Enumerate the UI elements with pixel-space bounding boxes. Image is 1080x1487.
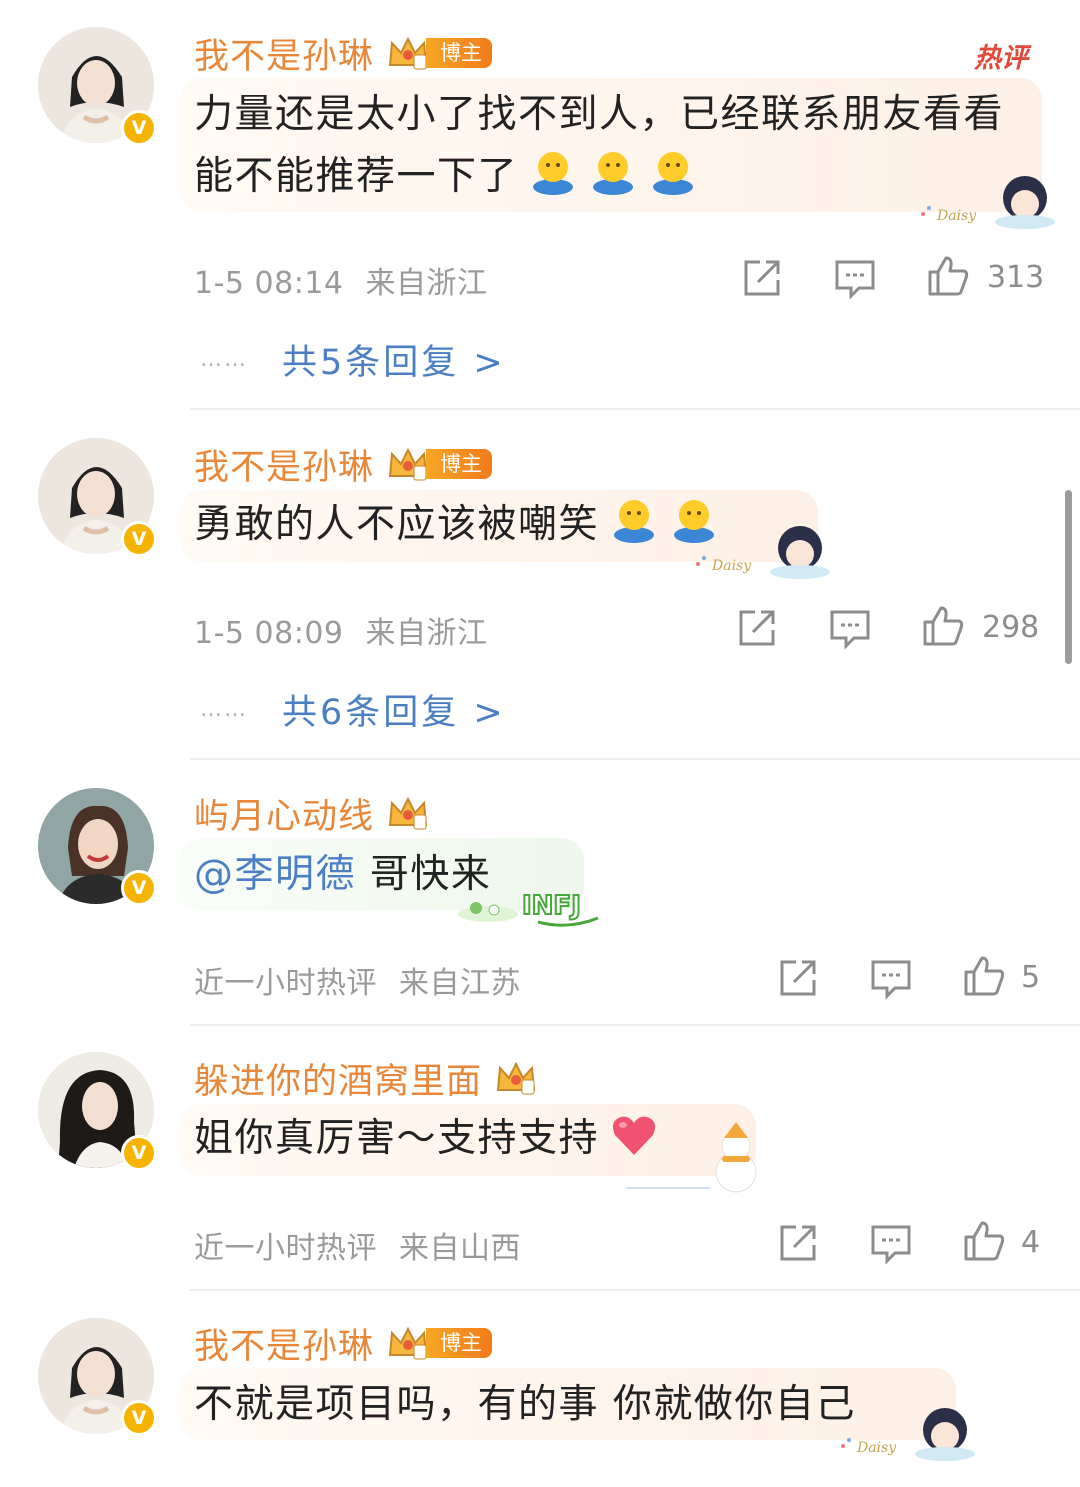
comment-meta: 近一小时热评 来自江苏 — [194, 958, 521, 1002]
comment-meta: 近一小时热评 来自山西 — [194, 1223, 521, 1267]
share-icon — [780, 1225, 816, 1261]
crown-level-icon — [386, 1323, 430, 1363]
svg-text:Daisy: Daisy — [856, 1440, 897, 1456]
share-button[interactable] — [776, 956, 820, 1000]
comment-time: 1-5 08:14 — [194, 266, 344, 301]
username[interactable]: 我不是孙琳 — [194, 439, 374, 490]
comment-time: 近一小时热评 — [194, 1231, 377, 1266]
share-button[interactable] — [735, 606, 779, 650]
hug-emoji-icon — [648, 149, 698, 197]
comment-location: 来自浙江 — [365, 266, 488, 301]
comment-header: 我不是孙琳 博主 — [194, 1318, 493, 1369]
snowman-sticker-decoration — [626, 1122, 757, 1193]
like-button[interactable] — [921, 604, 965, 648]
verified-badge: V — [121, 110, 157, 146]
comment-icon — [871, 1225, 911, 1265]
reply-summary: …… 共6条回复 > — [200, 684, 506, 735]
dots-icon: …… — [200, 347, 248, 372]
username[interactable]: 躲进你的酒窝里面 — [194, 1053, 482, 1104]
comment-text: 不就是项目吗，有的事 你就做你自己 — [194, 1374, 934, 1436]
comment-icon — [835, 260, 875, 300]
bubble-sticker-decoration: Daisy — [921, 176, 1055, 229]
thumbs-up-icon — [928, 256, 969, 296]
dots-icon: …… — [200, 697, 248, 722]
like-button[interactable] — [926, 254, 970, 298]
crown-level-icon — [386, 33, 430, 73]
comment-icon — [871, 960, 911, 1000]
svg-text:Daisy: Daisy — [711, 558, 752, 574]
comment-location: 来自山西 — [399, 1231, 522, 1266]
divider — [190, 408, 1080, 410]
divider — [190, 1289, 1080, 1291]
view-replies-link[interactable]: 共6条回复 > — [282, 684, 506, 735]
share-button[interactable] — [740, 256, 784, 300]
thumbs-up-icon — [964, 1221, 1005, 1261]
reply-button[interactable] — [869, 1221, 913, 1265]
reply-button[interactable] — [869, 956, 913, 1000]
verified-badge: V — [121, 521, 157, 557]
comment-icon — [830, 610, 870, 650]
like-button[interactable] — [962, 954, 1006, 998]
divider — [190, 758, 1080, 760]
like-count: 4 — [1021, 1225, 1041, 1260]
comment-meta: 1-5 08:09 来自浙江 — [194, 608, 488, 652]
comment-header: 我不是孙琳 博主 — [194, 439, 493, 490]
hot-comment-tag: 热评 — [974, 43, 1028, 74]
view-replies-link[interactable]: 共5条回复 > — [282, 334, 506, 385]
verified-badge: V — [121, 870, 157, 906]
comment-body: 姐你真厉害～支持支持 — [194, 1116, 600, 1161]
verified-badge: V — [121, 1135, 157, 1171]
bubble-sticker-decoration: Daisy — [841, 1408, 975, 1461]
divider — [190, 1024, 1080, 1026]
comment-location: 来自浙江 — [365, 616, 488, 651]
hug-emoji-icon — [609, 497, 659, 545]
username[interactable]: 我不是孙琳 — [194, 1318, 374, 1369]
comment-header: 我不是孙琳 博主 — [194, 28, 493, 79]
hug-emoji-icon — [588, 149, 638, 197]
comment-header: 躲进你的酒窝里面 — [194, 1053, 538, 1103]
comment-location: 来自江苏 — [399, 966, 522, 1001]
comment-meta: 1-5 08:14 来自浙江 — [194, 258, 488, 302]
reply-button[interactable] — [833, 256, 877, 300]
thumbs-up-icon — [964, 956, 1005, 996]
mention-link[interactable]: @李明德 — [194, 852, 356, 897]
comment-time: 近一小时热评 — [194, 966, 377, 1001]
crown-level-icon — [494, 1058, 538, 1098]
share-icon — [739, 610, 775, 646]
username[interactable]: 屿月心动线 — [194, 788, 374, 839]
blogger-badge: 博主 — [426, 449, 493, 479]
share-icon — [744, 260, 780, 296]
svg-text:Daisy: Daisy — [936, 208, 977, 224]
infj-sticker-decoration: INFJ — [458, 890, 599, 927]
share-icon — [780, 960, 816, 996]
sticker-label: INFJ — [522, 891, 581, 921]
share-button[interactable] — [776, 1221, 820, 1265]
comment-header: 屿月心动线 — [194, 788, 430, 838]
verified-badge: V — [121, 1400, 157, 1436]
like-count: 313 — [987, 260, 1045, 295]
crown-level-icon — [386, 793, 430, 833]
crown-level-icon — [386, 444, 430, 484]
thumbs-up-icon — [923, 606, 964, 646]
bubble-sticker-decoration: Daisy — [696, 526, 830, 579]
username[interactable]: 我不是孙琳 — [194, 28, 374, 79]
like-count: 298 — [982, 610, 1040, 645]
reply-summary: …… 共5条回复 > — [200, 334, 506, 385]
blogger-badge: 博主 — [426, 1328, 493, 1358]
reply-button[interactable] — [828, 606, 872, 650]
like-button[interactable] — [962, 1219, 1006, 1263]
hug-emoji-icon — [528, 149, 578, 197]
comment-text: 力量还是太小了找不到人，已经联系朋友看看能不能推荐一下了 — [194, 84, 1014, 208]
scrollbar[interactable] — [1065, 490, 1072, 664]
comment-body: 不就是项目吗，有的事 你就做你自己 — [194, 1382, 856, 1427]
comment-time: 1-5 08:09 — [194, 616, 344, 651]
blogger-badge: 博主 — [426, 38, 493, 68]
comment-body: 勇敢的人不应该被嘲笑 — [194, 502, 600, 547]
like-count: 5 — [1021, 960, 1041, 995]
